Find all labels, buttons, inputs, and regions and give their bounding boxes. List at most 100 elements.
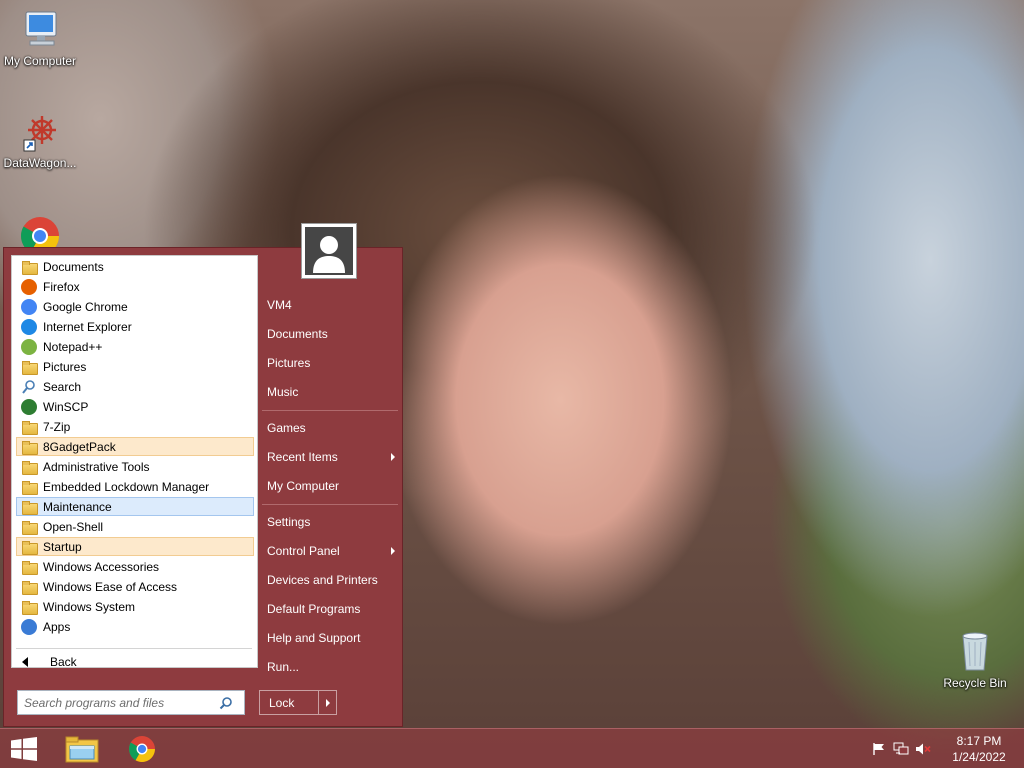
start-menu-link-label: Run... xyxy=(267,659,300,674)
folder-icon xyxy=(21,439,38,455)
folder-icon xyxy=(21,539,38,555)
program-item[interactable]: Apps xyxy=(16,617,254,636)
clock-time: 8:17 PM xyxy=(956,734,1002,748)
desktop-icon-datawagon[interactable]: DataWagon... xyxy=(0,110,80,170)
program-label: 8GadgetPack xyxy=(43,439,116,454)
folder-icon xyxy=(21,579,38,595)
program-item[interactable]: 7-Zip xyxy=(16,417,254,436)
desktop-icon-chrome[interactable] xyxy=(0,214,80,248)
program-item[interactable]: Open-Shell xyxy=(16,517,254,536)
start-menu-link[interactable]: Games xyxy=(261,414,401,441)
search-input[interactable] xyxy=(18,695,214,710)
start-menu-link-label: Games xyxy=(267,420,306,435)
volume-button[interactable] xyxy=(912,729,934,768)
network-icon xyxy=(893,742,909,755)
desktop-icon-label: My Computer xyxy=(3,54,77,68)
program-label: Administrative Tools xyxy=(43,459,150,474)
program-label: WinSCP xyxy=(43,399,89,414)
user-picture[interactable] xyxy=(301,223,357,279)
start-menu-link[interactable]: Control Panel xyxy=(261,537,401,564)
documents-folder-icon xyxy=(21,259,38,275)
program-item[interactable]: Pictures xyxy=(16,357,254,376)
windows-logo-icon xyxy=(11,737,37,761)
magnifier-icon xyxy=(219,696,232,709)
back-button[interactable]: Back xyxy=(16,652,254,672)
chrome-icon xyxy=(129,736,155,762)
system-tray: 8:17 PM 1/24/2022 xyxy=(868,729,1024,768)
start-menu-link[interactable]: Music xyxy=(261,378,401,405)
program-item[interactable]: Firefox xyxy=(16,277,254,296)
program-item[interactable]: Startup xyxy=(16,537,254,556)
start-menu-link[interactable]: Devices and Printers xyxy=(261,566,401,593)
program-item[interactable]: Windows Ease of Access xyxy=(16,577,254,596)
program-label: 7-Zip xyxy=(43,419,71,434)
program-item[interactable]: Search xyxy=(16,377,254,396)
internet-explorer-icon xyxy=(21,318,37,335)
start-menu-link-label: Default Programs xyxy=(267,601,361,616)
start-menu-link[interactable]: Documents xyxy=(261,320,401,347)
start-menu: Documents Firefox Google Chrome Internet Ex… xyxy=(3,223,403,727)
network-button[interactable] xyxy=(890,729,912,768)
clock[interactable]: 8:17 PM 1/24/2022 xyxy=(934,733,1024,765)
desktop-icon-recycle-bin[interactable]: Recycle Bin xyxy=(935,628,1015,690)
program-item[interactable]: WinSCP xyxy=(16,397,254,416)
recycle-bin-icon xyxy=(962,632,988,671)
program-label: Apps xyxy=(43,619,71,634)
start-menu-link[interactable]: Settings xyxy=(261,508,401,535)
search-box[interactable] xyxy=(17,690,245,715)
start-menu-link-label: VM4 xyxy=(267,297,292,312)
start-menu-link[interactable]: Recent Items xyxy=(261,443,401,470)
program-item[interactable]: Google Chrome xyxy=(16,297,254,316)
program-item[interactable]: Internet Explorer xyxy=(16,317,254,336)
taskbar-file-explorer[interactable] xyxy=(56,729,108,768)
folder-icon xyxy=(21,419,38,435)
start-menu-link[interactable]: Default Programs xyxy=(261,595,401,622)
divider xyxy=(16,648,252,649)
program-label: Notepad++ xyxy=(43,339,103,354)
firefox-icon xyxy=(21,278,37,295)
program-item[interactable]: Windows System xyxy=(16,597,254,616)
start-menu-link-label: Recent Items xyxy=(267,449,338,464)
program-label: Search xyxy=(43,379,82,394)
program-item[interactable]: Notepad++ xyxy=(16,337,254,356)
lock-options-arrow[interactable] xyxy=(318,691,336,714)
program-label: Windows Ease of Access xyxy=(43,579,178,594)
desktop-icon-label: DataWagon... xyxy=(3,156,77,170)
submenu-arrow-icon xyxy=(391,547,395,555)
start-menu-link[interactable]: VM4 xyxy=(261,291,401,318)
lock-button[interactable]: Lock xyxy=(259,690,337,715)
search-button[interactable] xyxy=(214,691,238,714)
start-menu-link-label: Help and Support xyxy=(267,630,361,645)
program-label: Embedded Lockdown Manager xyxy=(43,479,210,494)
start-menu-link[interactable]: My Computer xyxy=(261,472,401,499)
program-item[interactable]: Windows Accessories xyxy=(16,557,254,576)
start-button[interactable] xyxy=(0,729,48,768)
start-menu-link[interactable]: Help and Support xyxy=(261,624,401,651)
start-menu-link[interactable]: Run... xyxy=(261,653,401,680)
computer-icon xyxy=(25,11,57,46)
action-center-button[interactable] xyxy=(868,729,890,768)
volume-muted-icon xyxy=(916,743,931,755)
program-item[interactable]: 8GadgetPack xyxy=(16,437,254,456)
program-label: Internet Explorer xyxy=(43,319,132,334)
program-item[interactable]: Documents xyxy=(16,257,254,276)
desktop-icon-label: Recycle Bin xyxy=(943,676,1007,690)
start-menu-link[interactable]: Pictures xyxy=(261,349,401,376)
start-menu-link-label: Music xyxy=(267,384,299,399)
program-item[interactable]: Administrative Tools xyxy=(16,457,254,476)
folder-icon xyxy=(21,459,38,475)
program-label: Google Chrome xyxy=(43,299,128,314)
program-item[interactable]: Maintenance xyxy=(16,497,254,516)
program-label: Maintenance xyxy=(43,499,112,514)
back-label: Back xyxy=(50,655,77,669)
desktop-icon-my-computer[interactable]: My Computer xyxy=(0,8,80,68)
taskbar-chrome[interactable] xyxy=(116,729,168,768)
winscp-icon xyxy=(21,398,37,415)
submenu-arrow-icon xyxy=(391,453,395,461)
program-item[interactable]: Embedded Lockdown Manager xyxy=(16,477,254,496)
menu-separator xyxy=(262,410,398,411)
folder-icon xyxy=(21,499,38,515)
program-label: Windows System xyxy=(43,599,136,614)
search-icon xyxy=(21,379,37,395)
start-menu-link-label: Control Panel xyxy=(267,543,340,558)
